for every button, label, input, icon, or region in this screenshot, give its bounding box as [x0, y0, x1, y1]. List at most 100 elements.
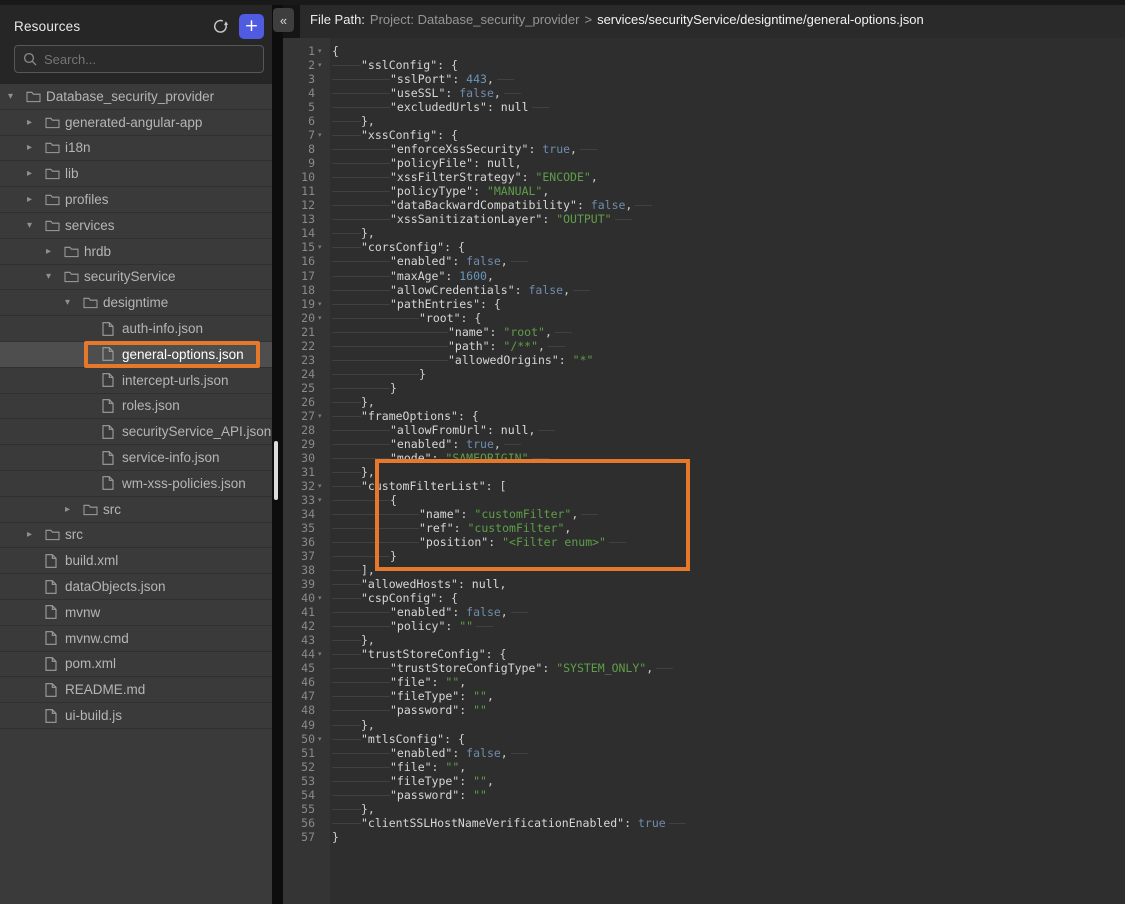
tree-item-label: auth-info.json [122, 321, 203, 336]
tree-item-README.md[interactable]: README.md [0, 677, 272, 703]
file-icon [45, 580, 65, 594]
fold-spacer [315, 760, 330, 774]
tab-whitespace-marker [332, 191, 361, 192]
tree-item-profiles[interactable]: ▸profiles [0, 187, 272, 213]
file-path-value: services/securityService/designtime/gene… [597, 12, 924, 27]
fold-caret-icon[interactable]: ▾ [315, 647, 330, 661]
caret-down-icon[interactable]: ▾ [8, 91, 26, 102]
code-line: "enabled": false, [332, 254, 1125, 268]
tree-item-service-info.json[interactable]: service-info.json [0, 445, 272, 471]
collapse-panel-button[interactable]: « [273, 8, 294, 32]
tree-item-mvnw[interactable]: mvnw [0, 600, 272, 626]
line-number: 55 [283, 802, 315, 816]
tree-item-services[interactable]: ▾services [0, 213, 272, 239]
tree-item-wm-xss-policies.json[interactable]: wm-xss-policies.json [0, 471, 272, 497]
fold-caret-icon[interactable]: ▾ [315, 240, 330, 254]
fold-caret-icon[interactable]: ▾ [315, 297, 330, 311]
tree-item-hrdb[interactable]: ▸hrdb [0, 239, 272, 265]
code-line: { [332, 493, 1125, 507]
code-line: "policyType": "MANUAL", [332, 184, 1125, 198]
tab-whitespace-marker [332, 725, 361, 726]
code-token-punct: : [452, 72, 466, 86]
tree-item-ui-build.js[interactable]: ui-build.js [0, 703, 272, 729]
tree-item-build.xml[interactable]: build.xml [0, 548, 272, 574]
tree-item-securityService_API.json[interactable]: securityService_API.json [0, 419, 272, 445]
fold-caret-icon[interactable]: ▾ [315, 732, 330, 746]
tree-item-generated-angular-app[interactable]: ▸generated-angular-app [0, 110, 272, 136]
caret-right-icon[interactable]: ▸ [46, 246, 64, 257]
code-line: "maxAge": 1600, [332, 269, 1125, 283]
line-number: 42 [283, 619, 315, 633]
trailing-whitespace-marker [635, 205, 652, 206]
tree-item-general-options.json[interactable]: general-options.json [0, 342, 272, 368]
fold-caret-icon[interactable]: ▾ [315, 479, 330, 493]
code-line: "pathEntries": { [332, 297, 1125, 311]
tree-item-pom.xml[interactable]: pom.xml [0, 652, 272, 678]
tree-item-Database_security_provider[interactable]: ▾Database_security_provider [0, 84, 272, 110]
code-line: "trustStoreConfigType": "SYSTEM_ONLY", [332, 661, 1125, 675]
search-box[interactable] [14, 45, 264, 73]
tab-whitespace-marker [361, 177, 390, 178]
tree-item-lib[interactable]: ▸lib [0, 161, 272, 187]
file-icon [45, 683, 65, 697]
code-token-punct: } [390, 549, 397, 563]
folder-icon [45, 193, 65, 206]
code-token-punct: , [571, 507, 578, 521]
tree-item-securityService[interactable]: ▾securityService [0, 265, 272, 291]
tree-item-i18n[interactable]: ▸i18n [0, 136, 272, 162]
tree-item-mvnw.cmd[interactable]: mvnw.cmd [0, 626, 272, 652]
code-area[interactable]: 1▾2▾34567▾89101112131415▾16171819▾20▾212… [283, 38, 1125, 904]
caret-down-icon[interactable]: ▾ [46, 271, 64, 282]
code-token-key: "name" [419, 507, 461, 521]
trailing-whitespace-marker [669, 823, 686, 824]
fold-spacer [315, 367, 330, 381]
fold-caret-icon[interactable]: ▾ [315, 591, 330, 605]
tree-item-dataObjects.json[interactable]: dataObjects.json [0, 574, 272, 600]
caret-right-icon[interactable]: ▸ [27, 117, 45, 128]
file-icon [102, 476, 122, 490]
fold-caret-icon[interactable]: ▾ [315, 58, 330, 72]
fold-caret-icon[interactable]: ▾ [315, 311, 330, 325]
tree-item-roles.json[interactable]: roles.json [0, 394, 272, 420]
code-token-key: "root" [419, 311, 461, 325]
tab-whitespace-marker [332, 79, 361, 80]
code-line: } [332, 830, 1125, 844]
code-token-punct: : { [437, 58, 458, 72]
tree-item-designtime[interactable]: ▾designtime [0, 290, 272, 316]
caret-right-icon[interactable]: ▸ [65, 504, 83, 515]
folder-icon [83, 503, 103, 516]
caret-right-icon[interactable]: ▸ [27, 168, 45, 179]
code-content[interactable]: {"sslConfig": {"sslPort": 443,"useSSL": … [330, 38, 1125, 904]
fold-caret-icon[interactable]: ▾ [315, 409, 330, 423]
code-token-punct: : [458, 577, 472, 591]
search-input[interactable] [44, 52, 255, 67]
tree-item-src[interactable]: ▸src [0, 523, 272, 549]
tree-scrollbar-thumb[interactable] [274, 441, 278, 500]
gutter-line: 14 [283, 226, 330, 240]
tree-item-src[interactable]: ▸src [0, 497, 272, 523]
code-token-key: "file" [390, 675, 432, 689]
refresh-button[interactable] [207, 13, 233, 39]
line-number: 22 [283, 339, 315, 353]
gutter-line: 55 [283, 802, 330, 816]
caret-right-icon[interactable]: ▸ [27, 529, 45, 540]
caret-down-icon[interactable]: ▾ [27, 220, 45, 231]
fold-caret-icon[interactable]: ▾ [315, 44, 330, 58]
gutter-line: 30 [283, 451, 330, 465]
tab-whitespace-marker [332, 388, 361, 389]
tree-item-intercept-urls.json[interactable]: intercept-urls.json [0, 368, 272, 394]
caret-right-icon[interactable]: ▸ [27, 142, 45, 153]
fold-caret-icon[interactable]: ▾ [315, 493, 330, 507]
code-token-key: "position" [419, 535, 488, 549]
tree-item-label: wm-xss-policies.json [122, 476, 246, 491]
tree-item-auth-info.json[interactable]: auth-info.json [0, 316, 272, 342]
fold-caret-icon[interactable]: ▾ [315, 128, 330, 142]
code-token-key: "name" [448, 325, 490, 339]
fold-spacer [315, 184, 330, 198]
code-token-boolean: true [542, 142, 570, 156]
add-button[interactable]: + [239, 14, 264, 39]
fold-spacer [315, 549, 330, 563]
caret-down-icon[interactable]: ▾ [65, 297, 83, 308]
caret-right-icon[interactable]: ▸ [27, 194, 45, 205]
code-token-punct: , [500, 577, 507, 591]
